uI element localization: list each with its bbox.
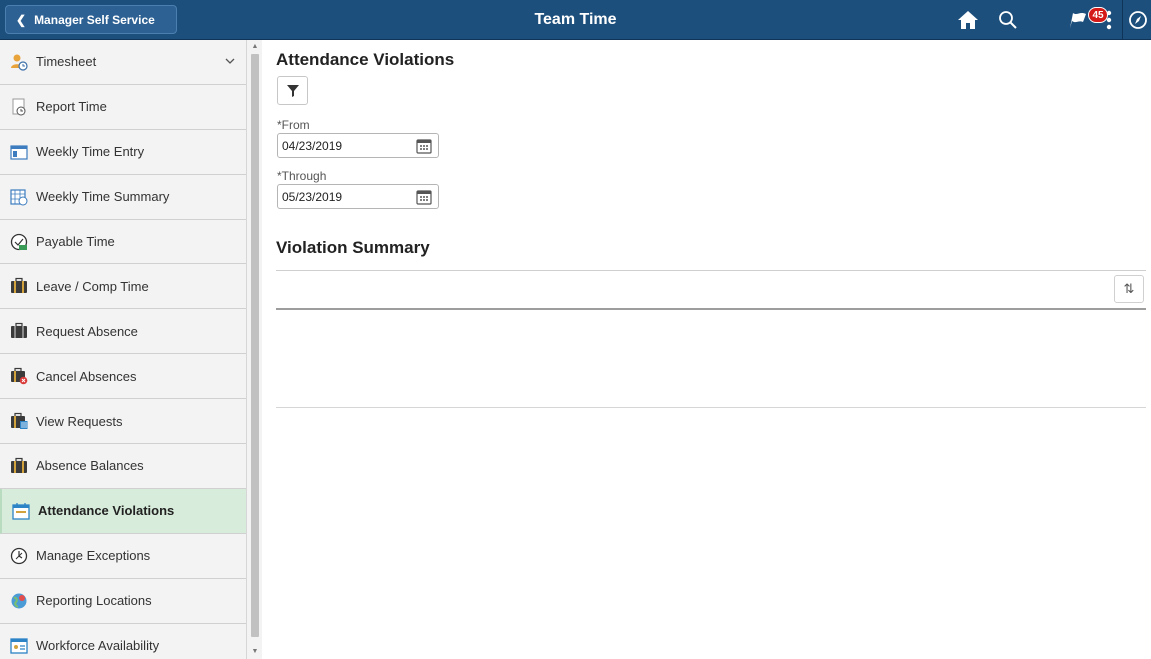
sidebar-item-label: Reporting Locations — [36, 593, 152, 609]
sidebar-item-label: Absence Balances — [36, 458, 144, 474]
scroll-up-arrow-icon[interactable]: ▲ — [251, 42, 259, 52]
navbar-compass-icon[interactable] — [1126, 8, 1150, 32]
through-date-input[interactable] — [278, 185, 408, 208]
sidebar-item-payable-time[interactable]: Payable Time — [0, 219, 246, 265]
through-date-field — [277, 184, 439, 209]
sidebar-item-absence-balances[interactable]: Absence Balances — [0, 444, 246, 489]
sidebar-item-weekly-time-entry[interactable]: Weekly Time Entry — [0, 129, 246, 175]
grid-top-border — [276, 270, 1146, 271]
sidebar-item-label: View Requests — [36, 413, 123, 429]
cancel-absence-icon — [11, 368, 28, 385]
absence-balances-icon — [11, 457, 27, 473]
sidebar-item-report-time[interactable]: Report Time — [0, 84, 246, 130]
from-date-input[interactable] — [278, 134, 408, 157]
sidebar-item-label: Timesheet — [36, 54, 97, 70]
from-date-field — [277, 133, 439, 158]
back-button[interactable]: ❮ Manager Self Service — [5, 5, 177, 34]
weekly-summary-icon — [10, 189, 28, 206]
page-title: Attendance Violations — [276, 50, 455, 69]
sidebar-item-label: Report Time — [36, 99, 107, 115]
home-icon[interactable] — [956, 8, 980, 32]
report-time-icon — [12, 98, 26, 116]
sidebar-item-label: Request Absence — [36, 323, 138, 339]
header-divider — [1122, 0, 1123, 40]
sidebar-item-cancel-absences[interactable]: Cancel Absences — [0, 354, 246, 400]
payable-time-icon — [10, 233, 28, 250]
sidebar-item-label: Manage Exceptions — [36, 548, 151, 564]
calendar-icon[interactable] — [416, 138, 432, 154]
banner: ❮ Manager Self Service Team Time 45 — [0, 0, 1151, 40]
sidebar-item-request-absence[interactable]: Request Absence — [0, 309, 246, 355]
sidebar-item-label: Workforce Availability — [36, 638, 160, 654]
through-label: *Through — [277, 169, 327, 183]
leave-icon — [11, 278, 27, 294]
left-navigation-panel: Timesheet Report Time Weekly Time Entry … — [0, 40, 262, 659]
section-title: Violation Summary — [276, 238, 430, 257]
sidebar-item-manage-exceptions[interactable]: Manage Exceptions — [0, 533, 246, 579]
sort-button[interactable]: ⇅ — [1114, 275, 1144, 303]
sidebar-scrollbar[interactable]: ▲ ▼ — [248, 40, 262, 659]
grid-bottom-border — [276, 407, 1146, 408]
main-content: Attendance Violations *From *Through Vio… — [262, 40, 1151, 659]
back-button-label: Manager Self Service — [34, 12, 155, 27]
attendance-violations-icon — [12, 502, 30, 520]
chevron-left-icon: ❮ — [16, 12, 27, 27]
sidebar-item-label: Weekly Time Entry — [36, 144, 145, 160]
sidebar-item-weekly-time-summary[interactable]: Weekly Time Summary — [0, 174, 246, 220]
workforce-availability-icon — [10, 637, 28, 654]
sort-icon: ⇅ — [1123, 281, 1135, 296]
flag-icon[interactable] — [1066, 8, 1090, 32]
sidebar-item-reporting-locations[interactable]: Reporting Locations — [0, 578, 246, 624]
nav-list: Timesheet Report Time Weekly Time Entry … — [0, 40, 247, 659]
request-absence-icon — [11, 323, 27, 339]
filter-button[interactable] — [277, 76, 308, 105]
weekly-entry-icon — [10, 145, 28, 160]
timesheet-icon — [11, 54, 28, 71]
actions-menu-icon[interactable] — [1097, 8, 1121, 32]
reporting-locations-icon — [11, 593, 27, 609]
scroll-thumb[interactable] — [251, 54, 259, 637]
sidebar-item-workforce-availability[interactable]: Workforce Availability — [0, 623, 246, 659]
scroll-down-arrow-icon[interactable]: ▼ — [251, 647, 259, 657]
view-requests-icon — [11, 412, 28, 430]
sidebar-item-label: Leave / Comp Time — [36, 278, 149, 294]
from-label: *From — [277, 118, 310, 132]
sidebar-item-view-requests[interactable]: View Requests — [0, 399, 246, 445]
sidebar-item-attendance-violations[interactable]: Attendance Violations — [0, 488, 246, 534]
filter-icon — [286, 84, 299, 97]
sidebar-item-label: Cancel Absences — [36, 368, 137, 384]
sidebar-item-leave-comp-time[interactable]: Leave / Comp Time — [0, 264, 246, 310]
grid-header-divider — [276, 308, 1146, 310]
manage-exceptions-icon — [10, 547, 28, 564]
chevron-down-icon[interactable] — [224, 55, 236, 67]
sidebar-item-label: Payable Time — [36, 234, 115, 249]
sidebar-item-label: Weekly Time Summary — [36, 189, 170, 205]
search-icon[interactable] — [996, 8, 1020, 32]
calendar-icon[interactable] — [416, 189, 432, 205]
sidebar-item-label: Attendance Violations — [38, 503, 175, 519]
sidebar-item-timesheet[interactable]: Timesheet — [0, 40, 246, 85]
